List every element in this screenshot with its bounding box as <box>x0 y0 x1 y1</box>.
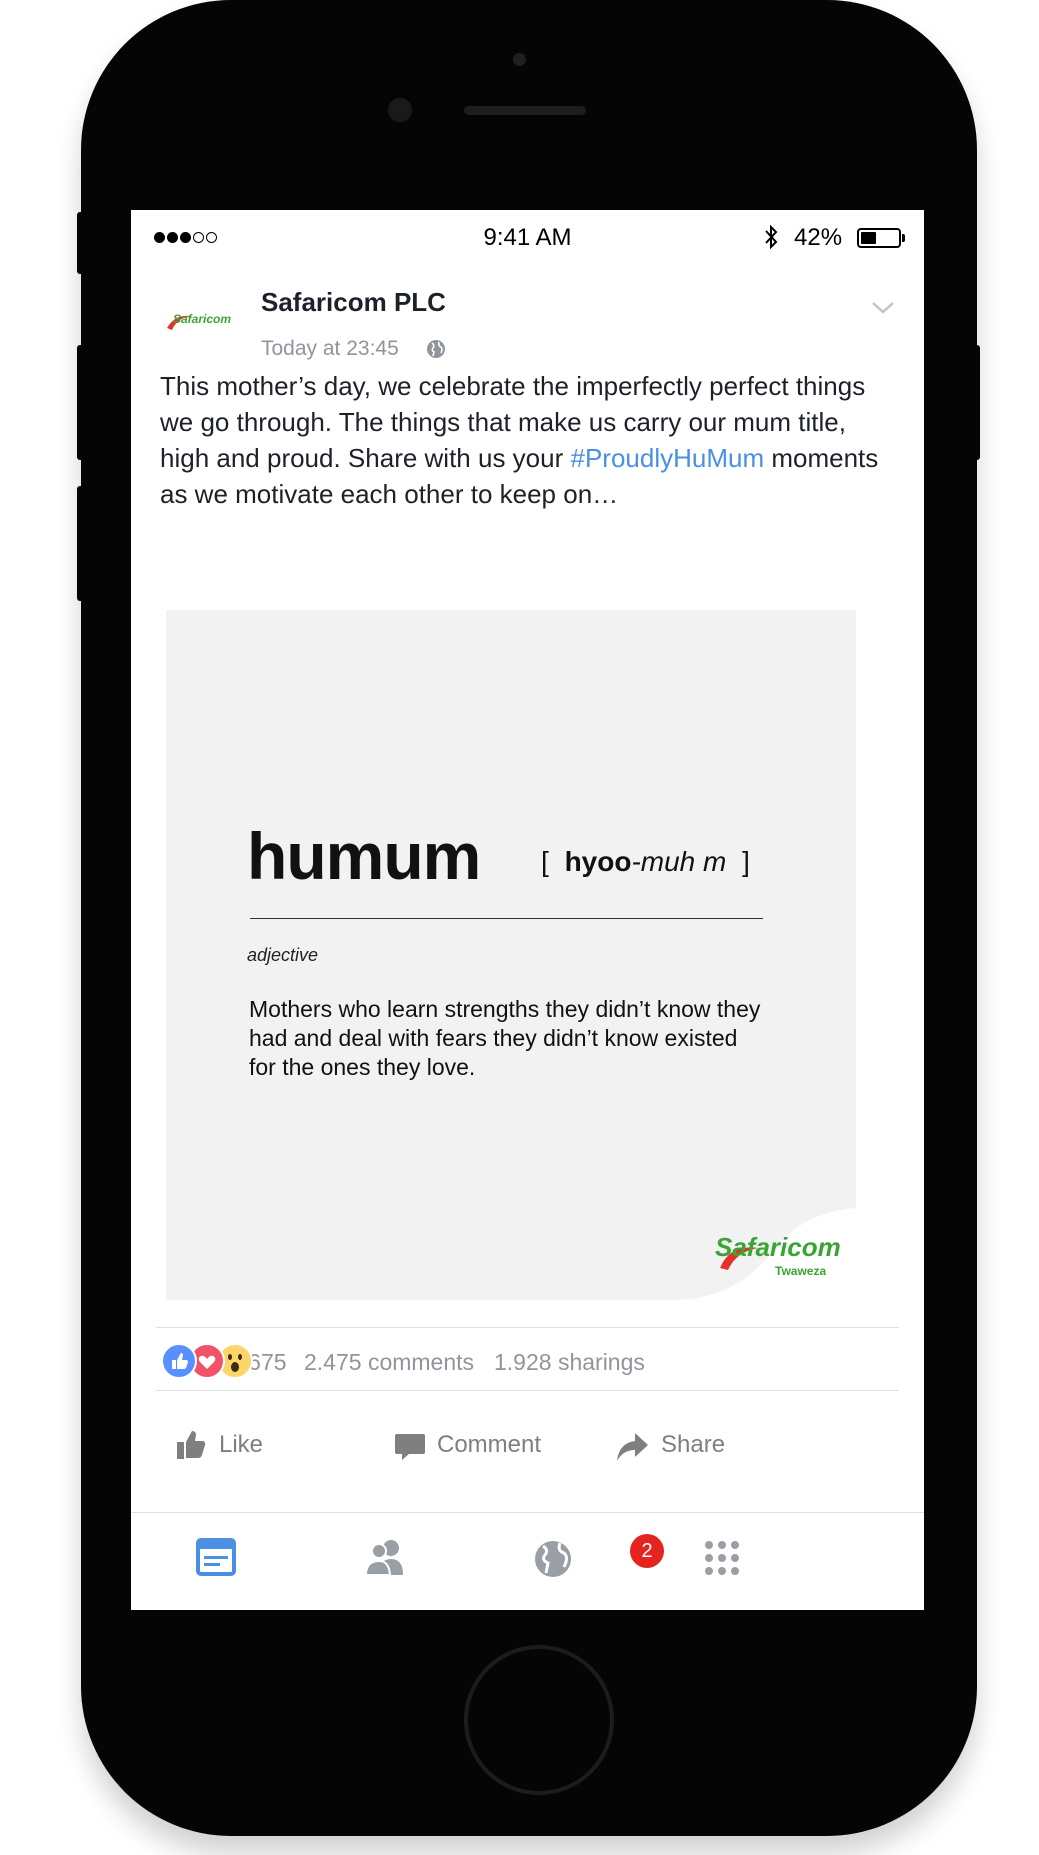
battery-level-fill <box>861 232 877 244</box>
notifications-badge: 2 <box>630 1534 664 1568</box>
earpiece-speaker <box>464 106 586 115</box>
like-label: Like <box>219 1431 264 1458</box>
phone-screen: 9:41 AM 42% Safaricom Safaricom PLC Toda… <box>131 210 924 1610</box>
pronunciation-open-bracket: [ <box>541 846 549 877</box>
post-text: This mother’s day, we celebrate the impe… <box>160 368 900 512</box>
comments-count[interactable]: 2.475 comments <box>304 1349 474 1376</box>
stats-bottom-divider <box>156 1390 899 1391</box>
pronunciation-close-bracket: ] <box>742 846 750 877</box>
comment-button[interactable]: Comment <box>394 1427 574 1467</box>
definition-text: Mothers who learn strengths they didn’t … <box>249 996 761 1080</box>
volume-down-button <box>77 486 87 601</box>
shares-count[interactable]: 1.928 sharings <box>494 1349 645 1376</box>
volume-up-button <box>77 345 87 460</box>
bottom-tab-bar <box>131 1512 924 1610</box>
like-button[interactable]: Like <box>175 1427 305 1467</box>
battery-percent: 42% <box>794 224 843 251</box>
pronunciation-stressed: hyoo <box>564 846 632 877</box>
stats-top-divider <box>156 1327 899 1328</box>
news-feed-icon[interactable] <box>191 1533 241 1583</box>
definition-divider <box>250 918 763 919</box>
pronunciation-rest: -muh m <box>631 846 727 877</box>
share-button[interactable]: Share <box>615 1427 745 1467</box>
battery-icon <box>857 228 901 248</box>
power-button <box>970 345 980 460</box>
post-timestamp[interactable]: Today at 23:45 <box>261 337 399 361</box>
hashtag-link[interactable]: #ProudlyHuMum <box>570 443 764 473</box>
page-name-link[interactable]: Safaricom PLC <box>261 287 446 318</box>
part-of-speech: adjective <box>247 945 319 965</box>
bluetooth-icon <box>765 224 778 250</box>
post-image[interactable]: humum [ hyoo-muh m ] adjective Mothers w… <box>166 610 856 1300</box>
comment-label: Comment <box>437 1431 542 1458</box>
friends-icon[interactable] <box>361 1533 411 1583</box>
pronunciation: [ hyoo-muh m ] <box>541 846 750 878</box>
proximity-sensor <box>513 53 526 66</box>
status-bar: 9:41 AM 42% <box>131 210 924 264</box>
brand-logo-name: Safaricom <box>715 1232 841 1262</box>
globe-icon <box>427 340 445 358</box>
home-button[interactable] <box>464 1645 614 1795</box>
avatar-logo-text: Safaricom <box>173 312 232 326</box>
brand-logo-tagline: Twaweza <box>775 1264 827 1278</box>
avatar[interactable]: Safaricom <box>161 290 245 350</box>
chevron-down-icon[interactable] <box>871 300 895 316</box>
definition-word: humum <box>247 819 481 893</box>
silent-switch <box>77 212 87 274</box>
comment-icon <box>395 1434 425 1460</box>
thumbs-up-icon <box>177 1431 206 1459</box>
notifications-globe-icon[interactable] <box>529 1533 579 1583</box>
battery-cap <box>902 234 905 242</box>
share-arrow-icon <box>617 1433 648 1461</box>
front-camera <box>388 98 412 122</box>
like-reaction-icon <box>161 1343 197 1379</box>
share-label: Share <box>661 1431 726 1458</box>
menu-grid-icon[interactable] <box>697 1533 747 1583</box>
